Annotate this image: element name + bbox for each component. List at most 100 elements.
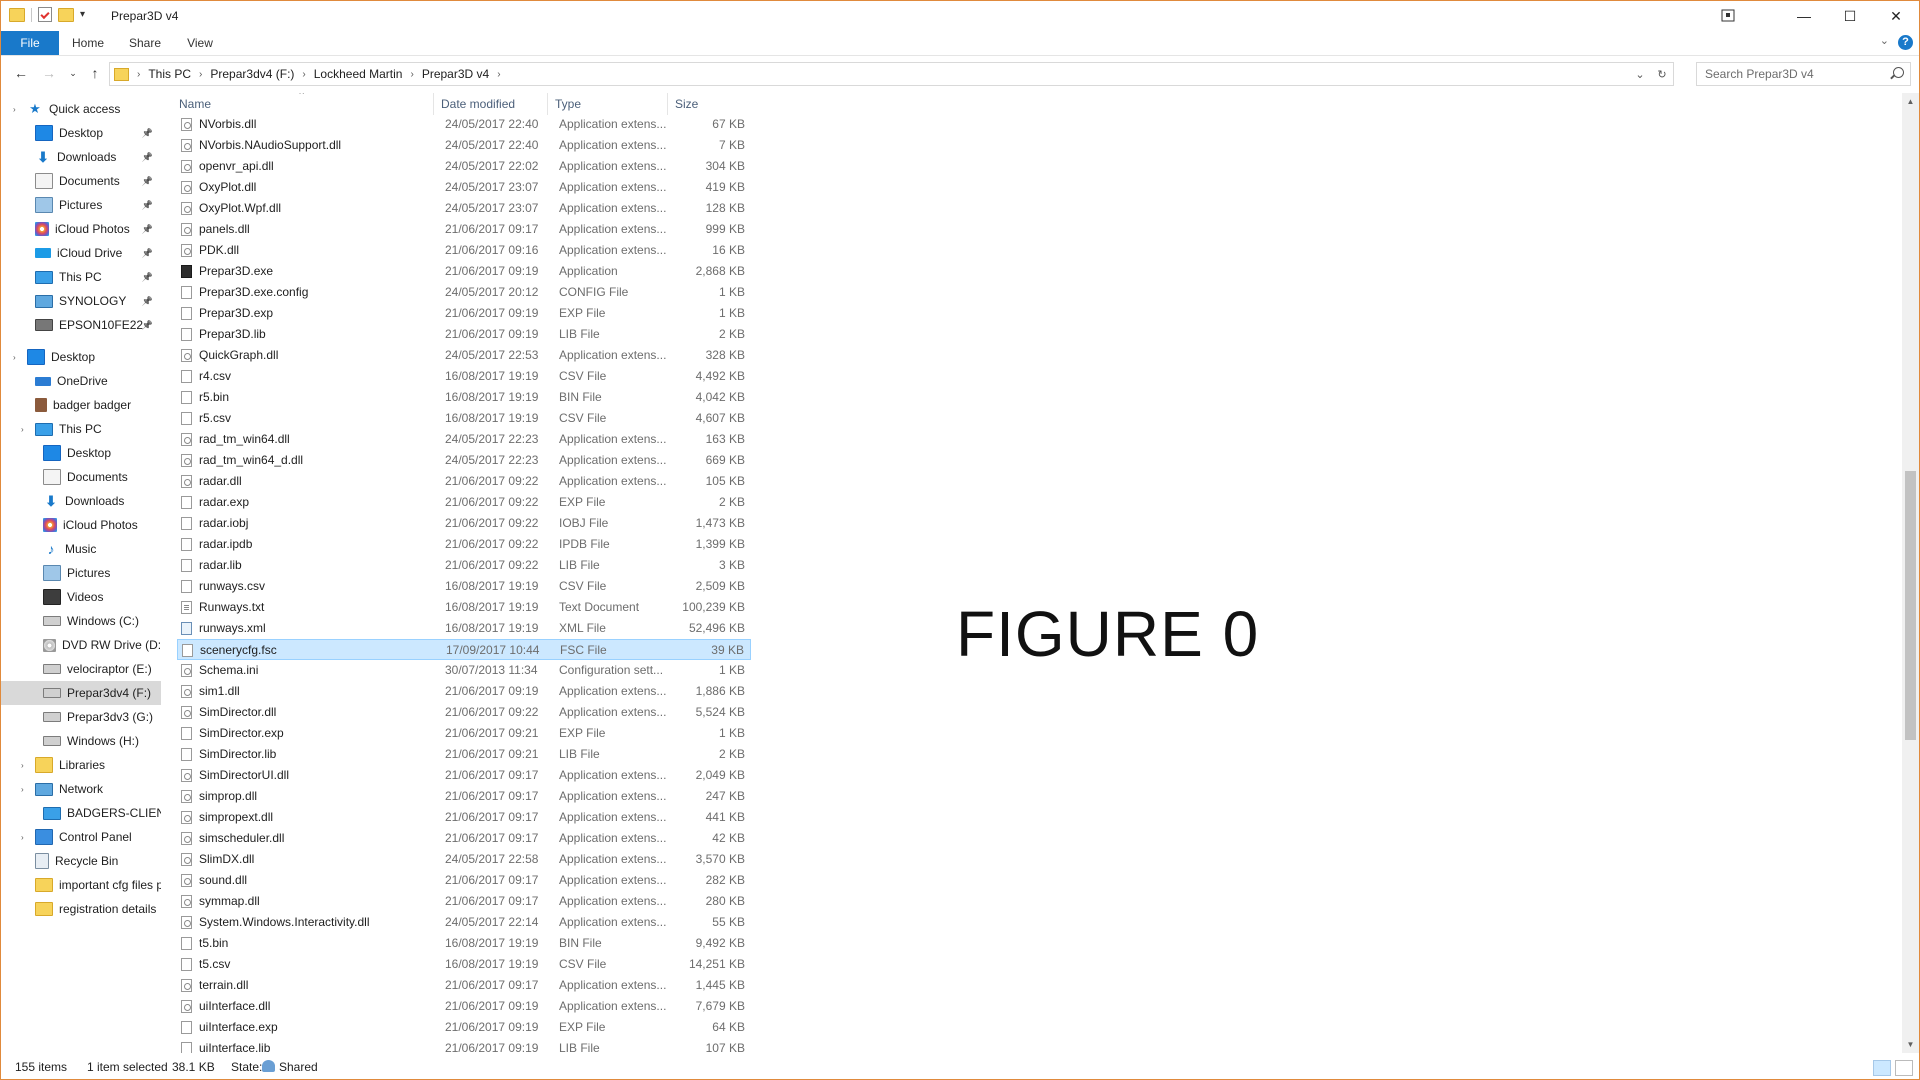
breadcrumb-drive[interactable]: Prepar3dv4 (F:): [210, 67, 294, 81]
maximize-button[interactable]: ☐: [1827, 1, 1873, 31]
sidebar-item[interactable]: velociraptor (E:): [1, 657, 161, 681]
chevron-right-icon[interactable]: ›: [410, 69, 413, 80]
sidebar-item[interactable]: Documents 📌: [1, 169, 161, 193]
file-row[interactable]: simpropext.dll 21/06/2017 09:17 Applicatio…: [177, 807, 751, 828]
breadcrumb-lockheed-martin[interactable]: Lockheed Martin: [314, 67, 403, 81]
file-row[interactable]: Prepar3D.exe 21/06/2017 09:19 Application 2…: [177, 261, 751, 282]
refresh-icon[interactable]: ↻: [1651, 68, 1673, 81]
details-view-button[interactable]: [1873, 1060, 1891, 1076]
sidebar-item[interactable]: EPSON10FE22 📌: [1, 313, 161, 337]
sidebar-item[interactable]: Windows (H:): [1, 729, 161, 753]
chevron-right-icon[interactable]: ›: [137, 69, 140, 80]
tablet-mode-icon[interactable]: [1721, 9, 1735, 22]
search-icon[interactable]: [1893, 67, 1904, 78]
sidebar-item[interactable]: ⬇ Downloads 📌: [1, 145, 161, 169]
file-row[interactable]: QuickGraph.dll 24/05/2017 22:53 Applicatio…: [177, 345, 751, 366]
chevron-right-icon[interactable]: ›: [21, 833, 24, 842]
sidebar-item[interactable]: › Desktop: [1, 345, 161, 369]
file-row[interactable]: radar.ipdb 21/06/2017 09:22 IPDB File 1,399…: [177, 534, 751, 555]
file-row[interactable]: t5.bin 16/08/2017 19:19 BIN File 9,492 KB: [177, 933, 751, 954]
file-row[interactable]: SimDirector.dll 21/06/2017 09:22 Applicati…: [177, 702, 751, 723]
file-row[interactable]: symmap.dll 21/06/2017 09:17 Application ex…: [177, 891, 751, 912]
chevron-right-icon[interactable]: ›: [13, 353, 16, 362]
file-row[interactable]: SimDirector.lib 21/06/2017 09:21 LIB File 2…: [177, 744, 751, 765]
sidebar-item[interactable]: DVD RW Drive (D:): [1, 633, 161, 657]
sidebar-item[interactable]: iCloud Photos: [1, 513, 161, 537]
file-row[interactable]: sim1.dll 21/06/2017 09:19 Application exte…: [177, 681, 751, 702]
file-row[interactable]: rad_tm_win64.dll 24/05/2017 22:23 Applicat…: [177, 429, 751, 450]
tab-share[interactable]: Share: [119, 31, 171, 55]
sidebar-item[interactable]: Desktop 📌: [1, 121, 161, 145]
chevron-right-icon[interactable]: ›: [199, 69, 202, 80]
sidebar-item[interactable]: Documents: [1, 465, 161, 489]
sidebar-item[interactable]: OneDrive: [1, 369, 161, 393]
sidebar-item[interactable]: SYNOLOGY 📌: [1, 289, 161, 313]
sidebar-item[interactable]: Windows (C:): [1, 609, 161, 633]
close-button[interactable]: ✕: [1873, 1, 1919, 31]
file-row[interactable]: NVorbis.NAudioSupport.dll 24/05/2017 22:4…: [177, 135, 751, 156]
properties-icon[interactable]: [38, 7, 52, 22]
file-row[interactable]: Prepar3D.exe.config 24/05/2017 20:12 CONFI…: [177, 282, 751, 303]
search-input[interactable]: [1703, 66, 1887, 82]
sidebar-item[interactable]: BADGERS-CLIENT: [1, 801, 161, 825]
chevron-right-icon[interactable]: ›: [497, 69, 500, 80]
file-row[interactable]: Prepar3D.exp 21/06/2017 09:19 EXP File 1 KB: [177, 303, 751, 324]
file-row[interactable]: openvr_api.dll 24/05/2017 22:02 Applicatio…: [177, 156, 751, 177]
address-bar[interactable]: › This PC › Prepar3dv4 (F:) › Lockheed M…: [109, 62, 1674, 86]
chevron-right-icon[interactable]: ›: [21, 425, 24, 434]
scroll-down-icon[interactable]: ▼: [1902, 1036, 1919, 1053]
breadcrumb-prepar3d[interactable]: Prepar3D v4: [422, 67, 489, 81]
file-row[interactable]: radar.exp 21/06/2017 09:22 EXP File 2 KB: [177, 492, 751, 513]
chevron-down-icon[interactable]: ⌄: [1629, 68, 1651, 81]
file-row[interactable]: t5.csv 16/08/2017 19:19 CSV File 14,251 KB: [177, 954, 751, 975]
file-row[interactable]: Runways.txt 16/08/2017 19:19 Text Document…: [177, 597, 751, 618]
expand-ribbon-icon[interactable]: ⌄: [1880, 34, 1889, 47]
sidebar-item[interactable]: iCloud Photos 📌: [1, 217, 161, 241]
file-row[interactable]: uiInterface.lib 21/06/2017 09:19 LIB File 1…: [177, 1038, 751, 1053]
sidebar-item[interactable]: › Libraries: [1, 753, 161, 777]
sidebar-item[interactable]: › ★ Quick access: [1, 97, 161, 121]
file-row[interactable]: radar.iobj 21/06/2017 09:22 IOBJ File 1,473…: [177, 513, 751, 534]
scroll-up-icon[interactable]: ▲: [1902, 93, 1919, 110]
file-row[interactable]: radar.lib 21/06/2017 09:22 LIB File 3 KB: [177, 555, 751, 576]
tab-file[interactable]: File: [1, 31, 59, 55]
file-row[interactable]: scenerycfg.fsc 17/09/2017 10:44 FSC File 39…: [177, 639, 751, 660]
file-row[interactable]: r4.csv 16/08/2017 19:19 CSV File 4,492 KB: [177, 366, 751, 387]
sidebar-item[interactable]: Desktop: [1, 441, 161, 465]
file-row[interactable]: SimDirector.exp 21/06/2017 09:21 EXP File 1…: [177, 723, 751, 744]
sidebar-item[interactable]: Pictures 📌: [1, 193, 161, 217]
back-button[interactable]: ←: [11, 63, 31, 83]
sidebar-item[interactable]: ♪ Music: [1, 537, 161, 561]
tab-view[interactable]: View: [175, 31, 225, 55]
file-row[interactable]: Prepar3D.lib 21/06/2017 09:19 LIB File 2 KB: [177, 324, 751, 345]
column-header-size[interactable]: Size: [667, 93, 751, 115]
recent-locations-button[interactable]: ⌄: [63, 63, 83, 83]
sidebar-item[interactable]: This PC 📌: [1, 265, 161, 289]
sidebar-item[interactable]: Recycle Bin: [1, 849, 161, 873]
sidebar-item[interactable]: Prepar3dv3 (G:): [1, 705, 161, 729]
file-row[interactable]: uiInterface.exp 21/06/2017 09:19 EXP File 6…: [177, 1017, 751, 1038]
tab-home[interactable]: Home: [61, 31, 115, 55]
file-row[interactable]: runways.csv 16/08/2017 19:19 CSV File 2,509…: [177, 576, 751, 597]
sidebar-item[interactable]: Pictures: [1, 561, 161, 585]
file-row[interactable]: rad_tm_win64_d.dll 24/05/2017 22:23 Applic…: [177, 450, 751, 471]
sidebar-item[interactable]: iCloud Drive 📌: [1, 241, 161, 265]
chevron-right-icon[interactable]: ›: [302, 69, 305, 80]
file-row[interactable]: PDK.dll 21/06/2017 09:16 Application exten…: [177, 240, 751, 261]
file-row[interactable]: OxyPlot.Wpf.dll 24/05/2017 23:07 Applicati…: [177, 198, 751, 219]
file-row[interactable]: sound.dll 21/06/2017 09:17 Application ext…: [177, 870, 751, 891]
file-row[interactable]: SimDirectorUI.dll 21/06/2017 09:17 Applica…: [177, 765, 751, 786]
file-row[interactable]: runways.xml 16/08/2017 19:19 XML File 52,49…: [177, 618, 751, 639]
sidebar-item[interactable]: › Control Panel: [1, 825, 161, 849]
file-row[interactable]: simscheduler.dll 21/06/2017 09:17 Applicat…: [177, 828, 751, 849]
sidebar-item[interactable]: Prepar3dv4 (F:): [1, 681, 161, 705]
file-row[interactable]: simprop.dll 21/06/2017 09:17 Application e…: [177, 786, 751, 807]
file-row[interactable]: r5.csv 16/08/2017 19:19 CSV File 4,607 KB: [177, 408, 751, 429]
sidebar-item[interactable]: important cfg files p: [1, 873, 161, 897]
file-row[interactable]: r5.bin 16/08/2017 19:19 BIN File 4,042 KB: [177, 387, 751, 408]
file-row[interactable]: uiInterface.dll 21/06/2017 09:19 Applicati…: [177, 996, 751, 1017]
new-folder-icon[interactable]: [58, 7, 74, 22]
column-header-date[interactable]: Date modified: [433, 93, 548, 115]
vertical-scrollbar[interactable]: ▲ ▼: [1902, 93, 1919, 1053]
sidebar-item[interactable]: registration details: [1, 897, 161, 921]
